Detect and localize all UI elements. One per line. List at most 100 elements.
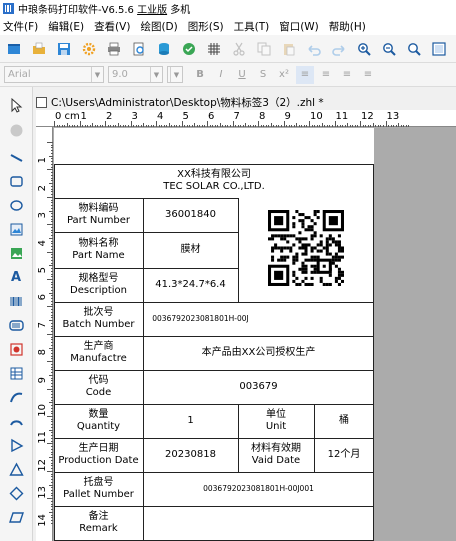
ruler-tick: [49, 292, 53, 294]
ruler-tick: [107, 125, 109, 127]
valid-date-label[interactable]: 材料有效期 Vaid Date: [238, 438, 314, 472]
redo-icon[interactable]: [329, 39, 349, 59]
menu-edit[interactable]: 编辑(E): [48, 19, 84, 34]
font-family-select[interactable]: Arial ▼: [4, 66, 104, 83]
description-label[interactable]: 规格型号 Description: [54, 268, 143, 302]
polygon-icon[interactable]: [6, 435, 26, 455]
open-folder-icon[interactable]: [29, 39, 49, 59]
description-label-text: 规格型号: [78, 273, 119, 284]
qr-code[interactable]: [268, 210, 344, 286]
valid-date-value-text: 12个月: [327, 449, 361, 460]
valid-date-value[interactable]: 12个月: [314, 438, 374, 472]
rectangle-icon[interactable]: [6, 171, 26, 191]
menu-bar: 文件(F) 编辑(E) 查看(V) 绘图(D) 图形(S) 工具(T) 窗口(W…: [0, 17, 456, 35]
pan-icon[interactable]: [6, 120, 26, 140]
part-number-label[interactable]: 物料编码 Part Number: [54, 198, 143, 232]
pallet-value[interactable]: 0036792023081801H-00J001: [143, 472, 374, 506]
grid-icon[interactable]: [204, 39, 224, 59]
menu-file[interactable]: 文件(F): [3, 19, 38, 34]
zoom-in-icon[interactable]: [354, 39, 374, 59]
batch-label[interactable]: 批次号 Batch Number: [54, 302, 143, 336]
part-name-value[interactable]: 膜材: [143, 232, 238, 268]
print-icon[interactable]: [104, 39, 124, 59]
save-icon[interactable]: [54, 39, 74, 59]
code-value[interactable]: 003679: [143, 370, 374, 404]
ruler-tick: [250, 125, 252, 127]
menu-view[interactable]: 查看(V): [94, 19, 130, 34]
design-canvas[interactable]: 0 cm 1 2 3 4 5 6 7 8 9 10 11 12 13 1 2 3 4 5 6 7 8 9 10 11 12 13 1…: [36, 110, 456, 541]
zoom-page-icon[interactable]: [429, 39, 449, 59]
align-left-icon[interactable]: ≡: [296, 65, 314, 84]
ruler-tick: [390, 125, 392, 127]
label-paper[interactable]: XX科技有限公司 TEC SOLAR CO.,LTD. 物料编码 Part Numbe…: [54, 128, 374, 541]
batch-icon[interactable]: [179, 39, 199, 59]
underline-icon[interactable]: U: [233, 66, 251, 84]
text-icon[interactable]: A: [6, 267, 26, 287]
align-justify-icon[interactable]: ≡: [359, 66, 377, 84]
select-arrow-icon[interactable]: [6, 95, 26, 115]
undo-icon[interactable]: [304, 39, 324, 59]
parallelogram-icon[interactable]: [6, 507, 26, 527]
production-date-label[interactable]: 生产日期 Production Date: [54, 438, 143, 472]
dynamic-code-icon[interactable]: [6, 315, 26, 335]
database-icon[interactable]: [154, 39, 174, 59]
production-date-value[interactable]: 20230818: [143, 438, 238, 472]
manufacturer-value[interactable]: 本产品由XX公司授权生产: [143, 336, 374, 370]
shape-icon[interactable]: [6, 339, 26, 359]
font-size-select[interactable]: 9.0 ▼: [108, 66, 163, 83]
picture-icon[interactable]: [6, 243, 26, 263]
menu-help[interactable]: 帮助(H): [329, 19, 366, 34]
qr-module: [313, 255, 317, 259]
menu-draw[interactable]: 绘图(D): [140, 19, 177, 34]
code-label[interactable]: 代码 Code: [54, 370, 143, 404]
align-center-icon[interactable]: ≡: [317, 66, 335, 84]
settings-gear-icon[interactable]: [79, 39, 99, 59]
strikethrough-icon[interactable]: S: [254, 66, 272, 84]
zoom-fit-icon[interactable]: [404, 39, 424, 59]
pallet-label[interactable]: 托盘号 Pallet Number: [54, 472, 143, 506]
new-file-icon[interactable]: [4, 39, 24, 59]
diamond-icon[interactable]: [6, 483, 26, 503]
part-name-label[interactable]: 物料名称 Part Name: [54, 232, 143, 268]
table-icon[interactable]: [6, 363, 26, 383]
image-icon[interactable]: [6, 219, 26, 239]
ruler-tick: [51, 180, 53, 182]
arc-icon[interactable]: [6, 411, 26, 431]
menu-tools[interactable]: 工具(T): [234, 19, 270, 34]
document-tab[interactable]: C:\Users\Administrator\Desktop\物料标签3（2）.…: [36, 94, 456, 110]
cut-icon[interactable]: [229, 39, 249, 59]
ruler-tick: [82, 125, 84, 127]
align-right-icon[interactable]: ≡: [338, 66, 356, 84]
quantity-value[interactable]: 1: [143, 404, 238, 438]
ruler-tick: [51, 300, 53, 302]
ruler-tick: [54, 121, 55, 127]
unit-label[interactable]: 单位 Unit: [238, 404, 314, 438]
menu-window[interactable]: 窗口(W): [279, 19, 319, 34]
batch-value[interactable]: 0036792023081801H-00J: [143, 302, 258, 336]
superscript-icon[interactable]: x²: [275, 66, 293, 84]
copy-icon[interactable]: [254, 39, 274, 59]
ruler-tick: [326, 125, 328, 127]
ruler-tick: [362, 125, 364, 127]
curve-icon[interactable]: [6, 387, 26, 407]
company-header[interactable]: XX科技有限公司 TEC SOLAR CO.,LTD.: [54, 164, 374, 198]
print-preview-icon[interactable]: [129, 39, 149, 59]
triangle-icon[interactable]: [6, 459, 26, 479]
unit-value[interactable]: 桶: [314, 404, 374, 438]
quantity-label[interactable]: 数量 Quantity: [54, 404, 143, 438]
size-dropdown[interactable]: ▼: [167, 66, 183, 83]
ruler-tick: [51, 254, 53, 256]
manufacturer-label[interactable]: 生产商 Manufactre: [54, 336, 143, 370]
italic-icon[interactable]: I: [212, 66, 230, 84]
ellipse-icon[interactable]: [6, 195, 26, 215]
barcode-icon[interactable]: [6, 291, 26, 311]
remark-label[interactable]: 备注 Remark: [54, 506, 143, 540]
bold-icon[interactable]: B: [191, 66, 209, 84]
zoom-out-icon[interactable]: [379, 39, 399, 59]
paste-icon[interactable]: [279, 39, 299, 59]
qr-module: [322, 264, 326, 268]
menu-shape[interactable]: 图形(S): [188, 19, 224, 34]
line-icon[interactable]: [6, 147, 26, 167]
description-value[interactable]: 41.3*24.7*6.4: [143, 268, 238, 302]
part-number-value[interactable]: 36001840: [143, 198, 238, 232]
